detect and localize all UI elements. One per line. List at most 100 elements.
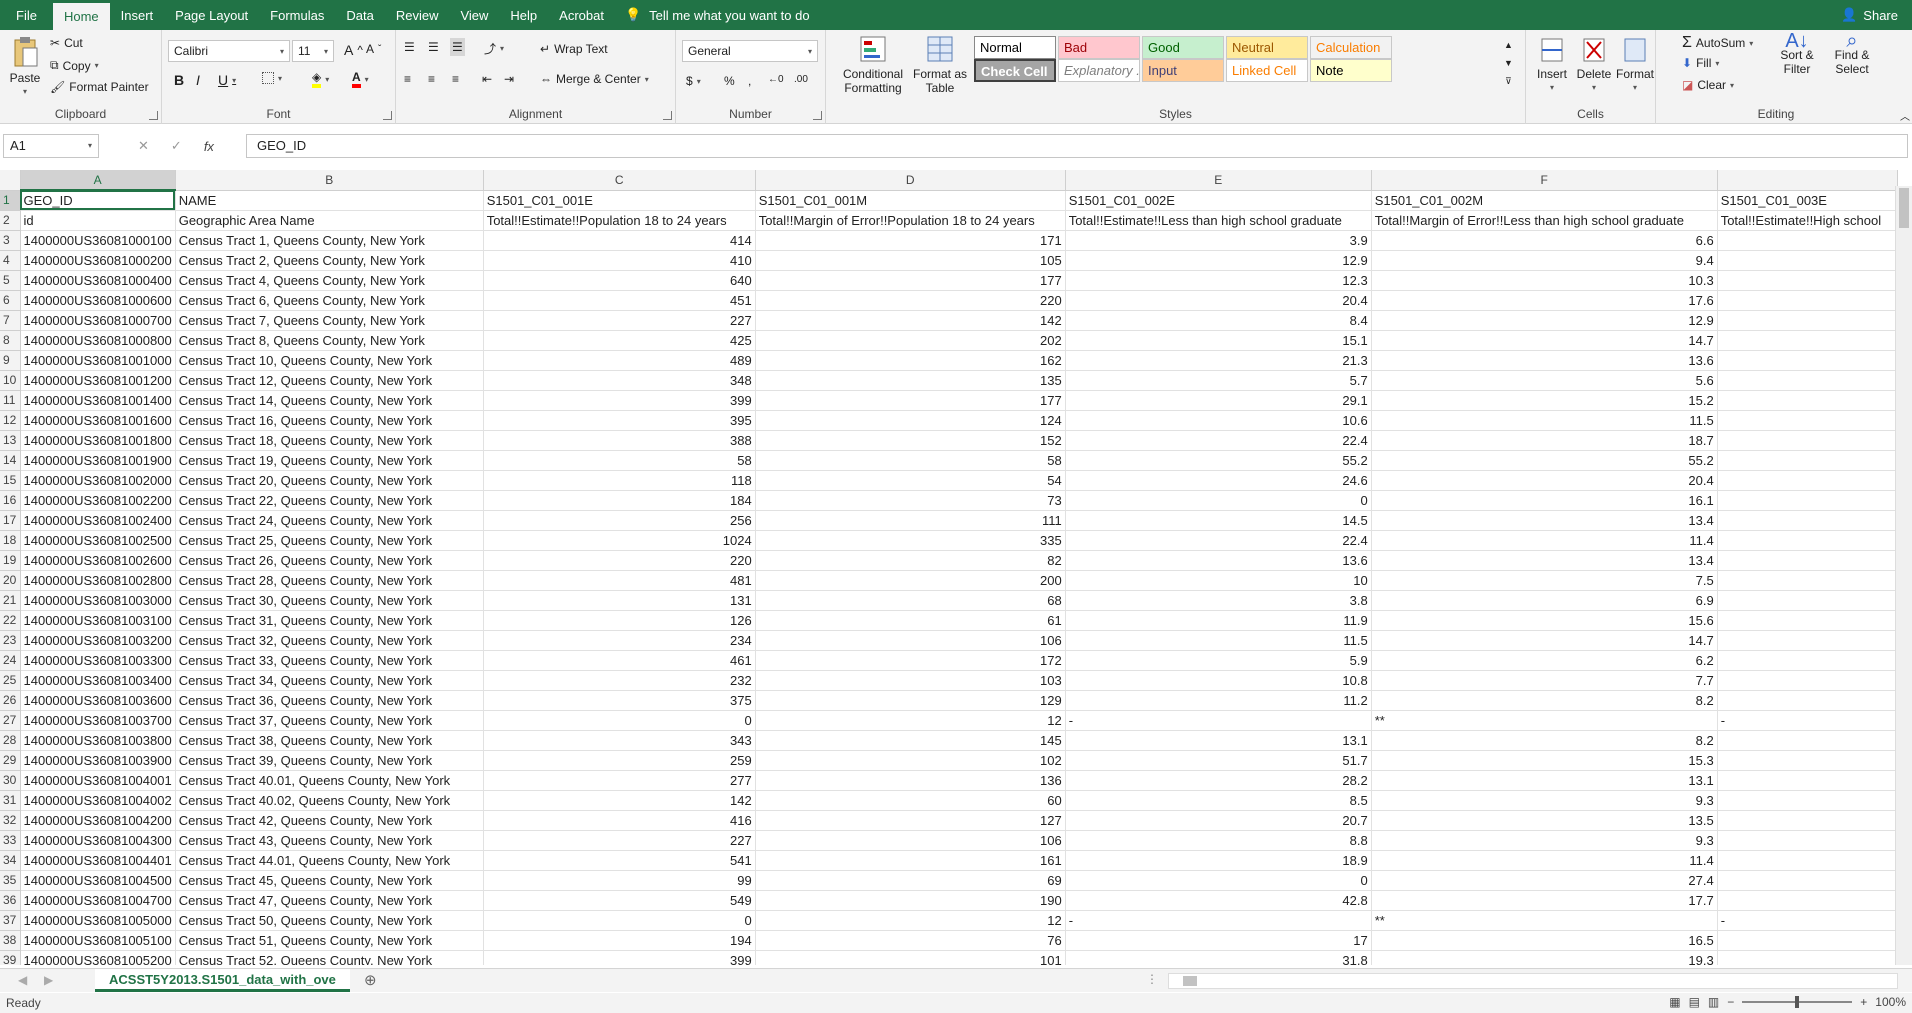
grid-cell[interactable]: Census Tract 19, Queens County, New York (175, 450, 484, 471)
grid-cell[interactable]: 17.7 (1371, 890, 1718, 911)
row-header[interactable]: 10 (0, 370, 21, 391)
row-header[interactable]: 37 (0, 910, 21, 931)
grid-cell[interactable]: Total!!Estimate!!Less than high school g… (1065, 210, 1372, 231)
insert-cells-button[interactable]: Insert ▾ (1532, 36, 1572, 95)
tab-home[interactable]: Home (52, 3, 110, 30)
grid-cell[interactable]: 20.7 (1065, 810, 1372, 831)
grid-cell[interactable]: 395 (483, 410, 756, 431)
format-cells-button[interactable]: Format ▾ (1614, 36, 1656, 95)
grid-cell[interactable]: 16.1 (1371, 490, 1718, 511)
autosum-button[interactable]: Σ AutoSum ▾ (1682, 34, 1753, 52)
grid-cell[interactable]: 0 (1065, 490, 1372, 511)
grid-cell[interactable]: 194 (483, 930, 756, 951)
row-header[interactable]: 7 (0, 310, 21, 331)
grid-cell[interactable]: 28.2 (1065, 770, 1372, 791)
grid-cell[interactable]: 126 (483, 610, 756, 631)
middle-align-button[interactable]: ☰ (428, 40, 439, 54)
grid-cell[interactable]: 177 (755, 390, 1066, 411)
grid-cell[interactable]: 10.6 (1065, 410, 1372, 431)
grid-cell[interactable]: 481 (483, 570, 756, 591)
grid-cell[interactable]: 388 (483, 430, 756, 451)
grid-cell[interactable]: Total!!Margin of Error!!Population 18 to… (755, 210, 1066, 231)
grid-cell[interactable]: - (1717, 910, 1898, 931)
row-header[interactable]: 13 (0, 430, 21, 451)
grid-cell[interactable]: 61 (755, 610, 1066, 631)
grid-cell[interactable]: 184 (483, 490, 756, 511)
copy-button[interactable]: ⧉ Copy ▾ (50, 58, 99, 73)
grid-cell[interactable]: Census Tract 22, Queens County, New York (175, 490, 484, 511)
italic-button[interactable]: I (196, 72, 200, 88)
grid-cell[interactable]: 461 (483, 650, 756, 671)
insert-function-icon[interactable]: fx (204, 139, 214, 154)
grid-cell[interactable]: 234 (483, 630, 756, 651)
grid-cell[interactable]: 5.9 (1065, 650, 1372, 671)
grid-cell[interactable]: 11.9 (1065, 610, 1372, 631)
grid-cell[interactable]: S1501_C01_001M (755, 190, 1066, 211)
increase-indent-button[interactable]: ⇥ (504, 72, 514, 86)
grid-cell[interactable]: 1400000US36081001200 (20, 370, 176, 391)
vertical-scrollbar[interactable] (1895, 186, 1912, 965)
grid-cell[interactable]: 24.6 (1065, 470, 1372, 491)
grid-cell[interactable]: 12.3 (1065, 270, 1372, 291)
row-header[interactable]: 4 (0, 250, 21, 271)
grid-cell[interactable]: Census Tract 44.01, Queens County, New Y… (175, 850, 484, 871)
name-box[interactable]: A1 ▾ (3, 134, 99, 158)
style-input[interactable]: Input (1142, 59, 1224, 82)
grid-cell[interactable]: 1400000US36081005100 (20, 930, 176, 951)
grid-cell[interactable]: 8.5 (1065, 790, 1372, 811)
grid-cell[interactable]: 5.6 (1371, 370, 1718, 391)
grid-cell[interactable]: ** (1371, 910, 1718, 931)
row-header[interactable]: 9 (0, 350, 21, 371)
top-align-button[interactable]: ☰ (404, 40, 415, 54)
collapse-ribbon-button[interactable]: ︿ (1900, 108, 1910, 123)
grid-cell[interactable]: 6.2 (1371, 650, 1718, 671)
grid-cell[interactable] (1717, 290, 1898, 311)
grid-cell[interactable]: 451 (483, 290, 756, 311)
grid-cell[interactable]: 1400000US36081003200 (20, 630, 176, 651)
grid-cell[interactable]: 1024 (483, 530, 756, 551)
grid-cell[interactable]: 1400000US36081001800 (20, 430, 176, 451)
grid-cell[interactable]: 7.5 (1371, 570, 1718, 591)
row-header[interactable]: 27 (0, 710, 21, 731)
row-header[interactable]: 31 (0, 790, 21, 811)
row-header[interactable]: 25 (0, 670, 21, 691)
grid-cell[interactable]: 549 (483, 890, 756, 911)
grid-cell[interactable]: Census Tract 50, Queens County, New York (175, 910, 484, 931)
grid-cell[interactable]: 11.4 (1371, 530, 1718, 551)
grid-cell[interactable]: 1400000US36081002600 (20, 550, 176, 571)
grid-cell[interactable] (1717, 510, 1898, 531)
style-explanatory[interactable]: Explanatory ... (1058, 59, 1140, 82)
grid-cell[interactable]: Census Tract 10, Queens County, New York (175, 350, 484, 371)
row-header[interactable]: 20 (0, 570, 21, 591)
grid-cell[interactable]: 54 (755, 470, 1066, 491)
grid-cell[interactable]: 11.5 (1371, 410, 1718, 431)
tab-acrobat[interactable]: Acrobat (548, 0, 615, 30)
grid-cell[interactable]: 335 (755, 530, 1066, 551)
style-bad[interactable]: Bad (1058, 36, 1140, 59)
grid-cell[interactable]: Census Tract 8, Queens County, New York (175, 330, 484, 351)
grid-cell[interactable]: Census Tract 40.01, Queens County, New Y… (175, 770, 484, 791)
grid-cell[interactable]: 10.8 (1065, 670, 1372, 691)
grid-cell[interactable] (1717, 570, 1898, 591)
grid-cell[interactable]: 1400000US36081001900 (20, 450, 176, 471)
grid-cell[interactable] (1717, 530, 1898, 551)
grid-cell[interactable]: 1400000US36081003800 (20, 730, 176, 751)
grid-cell[interactable]: id (20, 210, 176, 231)
grid-cell[interactable]: Census Tract 20, Queens County, New York (175, 470, 484, 491)
grid-cell[interactable]: 14.5 (1065, 510, 1372, 531)
increase-decimal-button[interactable]: ←0 (768, 74, 784, 85)
grid-cell[interactable]: 1400000US36081005000 (20, 910, 176, 931)
grid-cell[interactable]: Census Tract 40.02, Queens County, New Y… (175, 790, 484, 811)
grid-cell[interactable]: 0 (483, 910, 756, 931)
format-painter-button[interactable]: 🖌 Format Painter (50, 80, 149, 94)
style-neutral[interactable]: Neutral (1226, 36, 1308, 59)
grid-cell[interactable] (1717, 590, 1898, 611)
grid-cell[interactable]: 22.4 (1065, 430, 1372, 451)
grid-cell[interactable]: 82 (755, 550, 1066, 571)
grid-cell[interactable]: 13.4 (1371, 550, 1718, 571)
grid-cell[interactable]: 1400000US36081003600 (20, 690, 176, 711)
grid-cell[interactable]: Total!!Margin of Error!!Less than high s… (1371, 210, 1718, 231)
grid-cell[interactable]: Census Tract 31, Queens County, New York (175, 610, 484, 631)
row-header[interactable]: 38 (0, 930, 21, 951)
grid-cell[interactable] (1717, 610, 1898, 631)
